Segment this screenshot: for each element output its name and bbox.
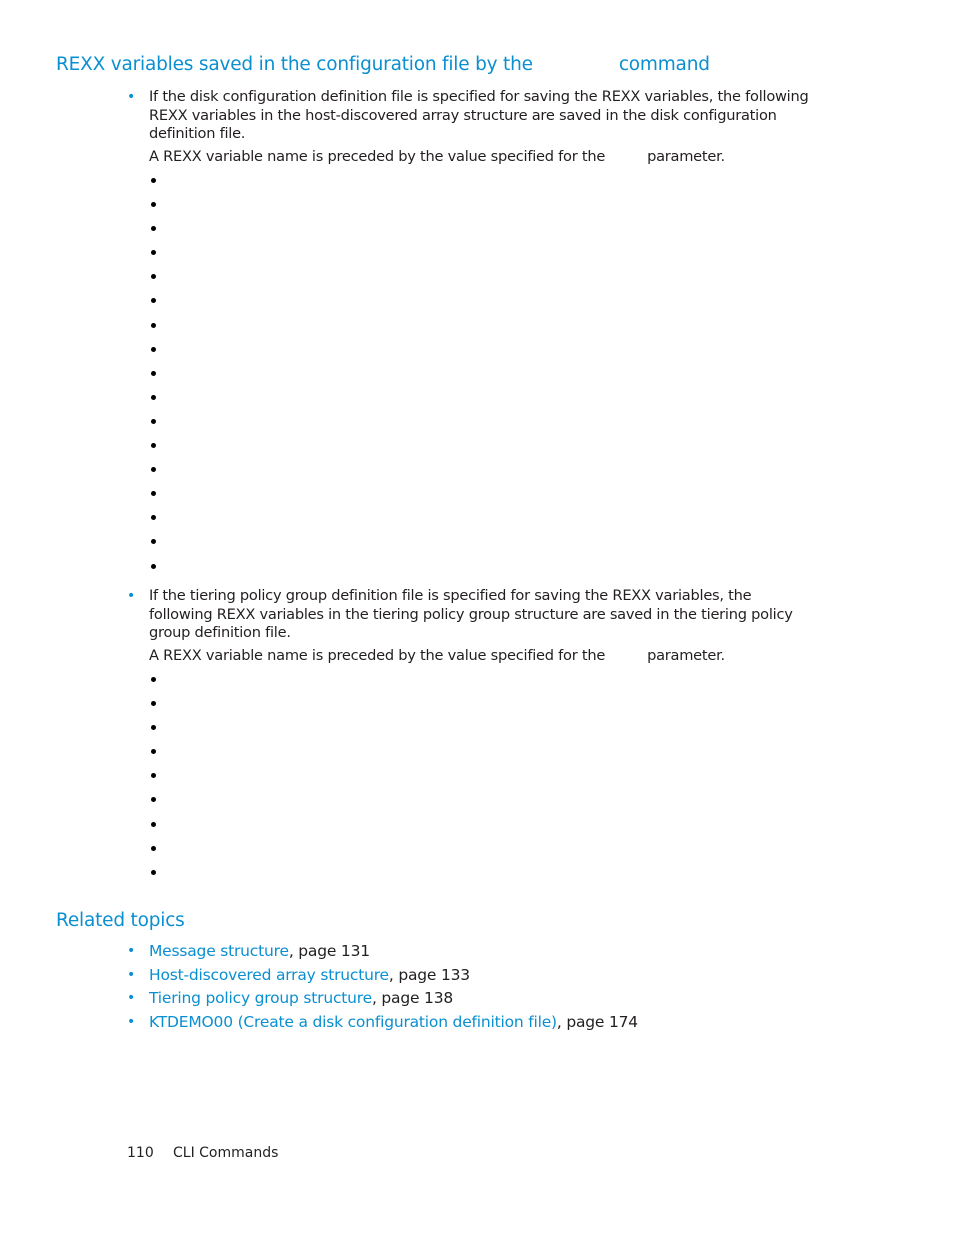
bullet-icon: • (127, 1013, 136, 1030)
bullet-icon (151, 515, 156, 521)
related-link-host-discovered-array[interactable]: Host-discovered array structure (149, 966, 389, 984)
page-reference: , page 174 (556, 1012, 638, 1031)
bullet-icon (151, 563, 156, 569)
bullet-icon (151, 226, 156, 232)
related-topic-item: • Host-discovered array structure, page … (127, 965, 638, 989)
bullet-icon: • (127, 943, 136, 959)
page-footer: 110 CLI Commands (127, 1145, 278, 1161)
bullet-icon (151, 749, 156, 755)
bullet-icon (151, 773, 156, 779)
page-reference: , page 133 (388, 965, 470, 984)
related-topics-list: • Message structure, page 131 • Host-dis… (127, 941, 638, 1035)
section-heading: REXX variables saved in the configuratio… (56, 54, 710, 75)
note-text-end: parameter. (647, 647, 725, 664)
bullet-icon (151, 346, 156, 352)
related-topics-heading: Related topics (56, 910, 185, 931)
tiering-paragraph: If the tiering policy group definition f… (149, 587, 793, 641)
bullet-icon: • (127, 990, 136, 1006)
bullet-icon (151, 677, 156, 682)
bullet-icon (151, 250, 156, 256)
tiering-note: A REXX variable name is preceded by the … (149, 647, 725, 664)
disk-config-paragraph: If the disk configuration definition fil… (149, 88, 809, 142)
page-number: 110 (127, 1145, 154, 1161)
heading-text-part2: command (618, 54, 710, 75)
bullet-icon (151, 418, 156, 424)
bullet-icon (151, 467, 156, 473)
bullet-icon (151, 202, 156, 208)
bullet-icon: • (127, 966, 136, 983)
heading-text-part1: REXX variables saved in the configuratio… (56, 54, 533, 75)
footer-section-title: CLI Commands (173, 1145, 279, 1161)
document-page: REXX variables saved in the configuratio… (0, 0, 954, 1235)
bullet-icon (151, 845, 156, 851)
bullet-icon (151, 298, 156, 304)
related-topic-item: • Message structure, page 131 (127, 941, 638, 965)
page-reference: , page 138 (371, 989, 454, 1007)
bullet-icon (151, 701, 156, 707)
bullet-icon (151, 797, 156, 803)
bullet-icon (151, 370, 156, 376)
disk-config-note: A REXX variable name is preceded by the … (149, 148, 725, 165)
related-link-ktdemo00[interactable]: KTDEMO00 (Create a disk configuration de… (149, 1013, 557, 1031)
note-text: A REXX variable name is preceded by the … (149, 647, 606, 664)
note-text-end: parameter. (647, 148, 725, 165)
bullet-icon (151, 539, 156, 545)
bullet-icon (151, 274, 156, 280)
related-topic-item: • KTDEMO00 (Create a disk configuration … (127, 1012, 638, 1036)
related-link-message-structure[interactable]: Message structure (149, 942, 289, 960)
bullet-icon (151, 869, 156, 875)
bullet-icon (151, 394, 156, 400)
bullet-icon: • (127, 89, 136, 105)
page-reference: , page 131 (288, 942, 370, 960)
related-link-tiering-policy-group[interactable]: Tiering policy group structure (149, 989, 372, 1007)
bullet-icon (151, 443, 156, 449)
note-text: A REXX variable name is preceded by the … (149, 148, 606, 165)
bullet-icon (151, 178, 156, 183)
bullet-icon (151, 821, 156, 827)
bullet-icon (151, 322, 156, 328)
bullet-icon (151, 491, 156, 497)
related-topic-item: • Tiering policy group structure, page 1… (127, 988, 638, 1012)
bullet-icon (151, 725, 156, 731)
bullet-icon: • (127, 588, 136, 604)
